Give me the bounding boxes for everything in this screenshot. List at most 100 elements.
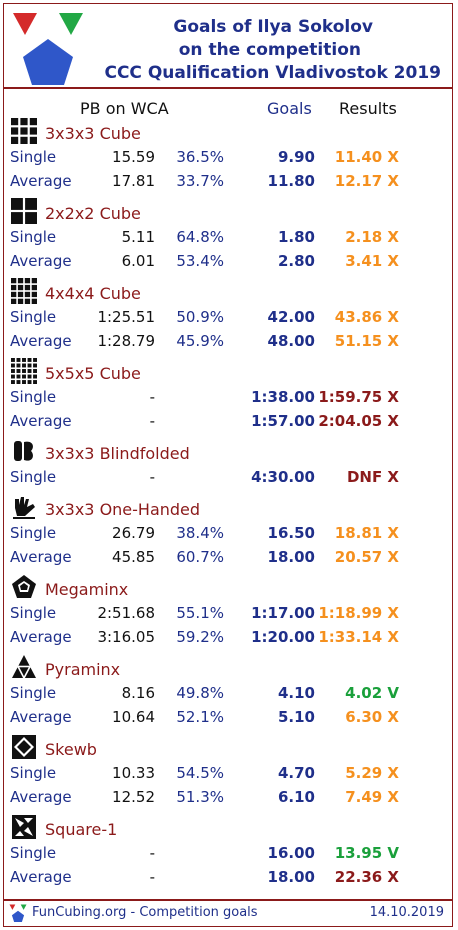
pb-value: - [149,412,155,430]
result-value: 43.86 X [334,308,399,326]
percent-value: 45.9% [176,332,224,350]
row-label: Single [10,604,57,622]
result-value: 4.02 V [345,684,399,702]
row-label: Single [10,388,57,406]
row-label: Average [10,412,72,430]
row-label: Average [10,548,72,566]
result-value: 5.29 X [345,764,399,782]
event-name: 4x4x4 Cube [45,284,141,303]
event-name: 2x2x2 Cube [45,204,141,223]
cube-4x4-icon [11,278,37,304]
pb-value: 17.81 [112,172,155,190]
goal-value: 11.80 [267,172,315,190]
megaminx-icon [12,575,36,598]
result-value: 11.40 X [334,148,399,166]
event-name: Megaminx [45,580,129,599]
percent-value: 49.8% [176,684,224,702]
event-name: 3x3x3 Cube [45,124,141,143]
pb-value: 1:28.79 [97,332,155,350]
percent-value: 36.5% [176,148,224,166]
pb-value: 3:16.05 [97,628,155,646]
row-label: Single [10,684,57,702]
row-label: Single [10,148,57,166]
pb-value: 5.11 [121,228,155,246]
goal-value: 18.00 [267,868,315,886]
pb-value: 12.52 [112,788,155,806]
event-name: Square-1 [45,820,118,839]
cube-2x2-icon [11,198,37,224]
percent-value: 51.3% [176,788,224,806]
percent-value: 59.2% [176,628,224,646]
row-label: Single [10,228,57,246]
square1-icon [12,815,36,839]
row-label: Single [10,468,57,486]
row-label: Single [10,844,57,862]
percent-value: 55.1% [176,604,224,622]
result-value: DNF X [346,468,399,486]
goal-value: 1:20.00 [251,628,315,646]
goal-value: 16.50 [267,524,315,542]
pb-value: 6.01 [121,252,155,270]
row-label: Single [10,764,57,782]
cube-3x3-icon [11,118,37,144]
percent-value: 54.5% [176,764,224,782]
skewb-icon [12,735,36,759]
one-handed-icon [13,497,35,519]
row-label: Average [10,868,72,886]
goal-value: 18.00 [267,548,315,566]
event-name: 3x3x3 One-Handed [45,500,201,519]
goal-value: 9.90 [277,148,315,166]
result-value: 22.36 X [334,868,399,886]
title-line-1: Goals of Ilya Sokolov [173,17,373,37]
footer-date: 14.10.2019 [369,905,444,920]
row-label: Average [10,788,72,806]
percent-value: 33.7% [176,172,224,190]
percent-value: 50.9% [176,308,224,326]
goal-value: 4:30.00 [251,468,315,486]
row-label: Average [10,332,72,350]
goal-value: 1.80 [277,228,315,246]
percent-value: 60.7% [176,548,224,566]
goal-value: 1:17.00 [251,604,315,622]
result-value: 2:04.05 X [318,412,399,430]
goal-value: 1:38.00 [251,388,315,406]
result-value: 6.30 X [345,708,399,726]
column-header-pb: PB on WCA [80,99,169,118]
footer-logo-icon [9,904,27,922]
result-value: 7.49 X [345,788,399,806]
row-label: Average [10,628,72,646]
result-value: 20.57 X [334,548,399,566]
result-value: 12.17 X [334,172,399,190]
result-value: 18.81 X [334,524,399,542]
pb-value: - [149,388,155,406]
cube-5x5-icon [11,358,37,384]
blindfolded-icon [14,441,33,461]
goal-value: 4.70 [277,764,315,782]
column-header-results: Results [339,99,397,118]
event-name: 3x3x3 Blindfolded [45,444,190,463]
event-name: 5x5x5 Cube [45,364,141,383]
row-label: Average [10,708,72,726]
goal-value: 2.80 [277,252,315,270]
footer-site[interactable]: FunCubing.org - Competition goals [32,905,258,920]
pb-value: - [149,468,155,486]
row-label: Average [10,252,72,270]
pb-value: 10.33 [112,764,155,782]
footer-divider [3,899,453,901]
pb-value: 26.79 [112,524,155,542]
funcubing-logo-icon [13,13,83,85]
percent-value: 52.1% [176,708,224,726]
result-value: 3.41 X [345,252,399,270]
result-value: 2.18 X [345,228,399,246]
pb-value: 15.59 [112,148,155,166]
event-name: Pyraminx [45,660,121,679]
row-label: Single [10,308,57,326]
result-value: 1:33.14 X [318,628,399,646]
goal-value: 42.00 [267,308,315,326]
percent-value: 64.8% [176,228,224,246]
goal-value: 4.10 [277,684,315,702]
pyraminx-icon [12,655,36,679]
goal-value: 5.10 [277,708,315,726]
goal-value: 48.00 [267,332,315,350]
pb-value: 10.64 [112,708,155,726]
